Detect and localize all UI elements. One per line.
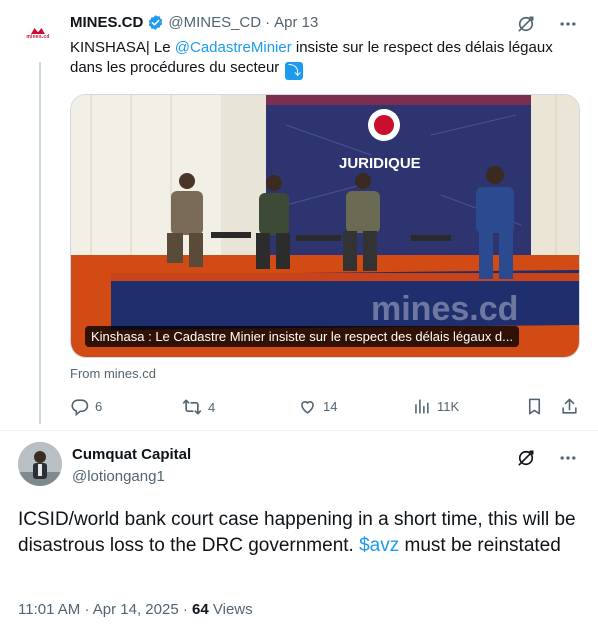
tweet-top-actions (516, 14, 578, 34)
thread-line (39, 62, 41, 424)
share-icon[interactable] (560, 397, 579, 416)
card-source[interactable]: From mines.cd (70, 366, 156, 381)
repost-count: 4 (208, 399, 216, 415)
mention-link[interactable]: @CadastreMinier (175, 39, 292, 56)
separator: · (182, 601, 188, 618)
views-count: 64 (192, 601, 209, 618)
views-button[interactable]: 11K (412, 397, 459, 416)
reply-icon (71, 399, 89, 416)
reply-text-part: must be reinstated (399, 535, 561, 556)
mines-logo: mines.cd (26, 28, 49, 40)
reply-text: ICSID/world bank court case happening in… (18, 507, 583, 559)
reply-top-actions (516, 448, 578, 468)
avatar[interactable]: mines.cd (18, 14, 58, 54)
tweet-date[interactable]: Apr 13 (274, 14, 318, 31)
views-label: Views (212, 601, 253, 618)
reply-count: 6 (95, 399, 103, 414)
repost-button[interactable]: 4 (182, 397, 215, 417)
like-button[interactable]: 14 (298, 397, 337, 416)
cashtag-link[interactable]: $avz (359, 535, 399, 556)
tweet-text: KINSHASA| Le @CadastreMinier insiste sur… (70, 38, 580, 80)
reply-time[interactable]: 11:01 AM (18, 601, 80, 618)
author-handle[interactable]: @MINES_CD (168, 14, 261, 31)
like-icon (301, 401, 314, 414)
reply-date[interactable]: Apr 14, 2025 (93, 601, 179, 618)
separator: · (84, 601, 90, 618)
tweet-actions: 6 4 14 11K (70, 397, 580, 419)
more-icon[interactable] (558, 448, 578, 468)
grok-icon[interactable] (516, 14, 536, 34)
reply-meta: 11:01 AM · Apr 14, 2025 · 64 Views (18, 601, 253, 618)
like-count: 14 (323, 399, 338, 414)
divider (0, 430, 598, 431)
separator: · (265, 14, 271, 31)
reply-author-name[interactable]: Cumquat Capital (72, 446, 191, 463)
reply-button[interactable]: 6 (70, 397, 102, 416)
views-icon (415, 399, 429, 414)
verified-icon (149, 15, 163, 30)
views-count: 11K (437, 399, 460, 414)
card-image: JURIDIQUE mines.cd (71, 95, 579, 357)
link-card[interactable]: JURIDIQUE mines.cd Kinshasa : Le Cadastr… (70, 94, 580, 358)
repost-icon (182, 399, 202, 415)
author-name[interactable]: MINES.CD (70, 14, 143, 31)
tweet-header: MINES.CD @MINES_CD · Apr 13 (70, 14, 318, 31)
avatar-photo (18, 442, 62, 486)
reply-author-handle[interactable]: @lotiongang1 (72, 468, 165, 485)
grok-icon[interactable] (516, 448, 536, 468)
card-caption: Kinshasa : Le Cadastre Minier insiste su… (85, 326, 519, 347)
arrow-down-emoji: ⤵ (285, 62, 304, 80)
card-watermark: mines.cd (371, 290, 518, 328)
more-icon[interactable] (558, 14, 578, 34)
avatar[interactable] (18, 442, 62, 486)
bookmark-icon[interactable] (525, 397, 544, 416)
tweet-text-part: KINSHASA| Le (70, 39, 175, 56)
banner-heading: JURIDIQUE (339, 155, 421, 172)
